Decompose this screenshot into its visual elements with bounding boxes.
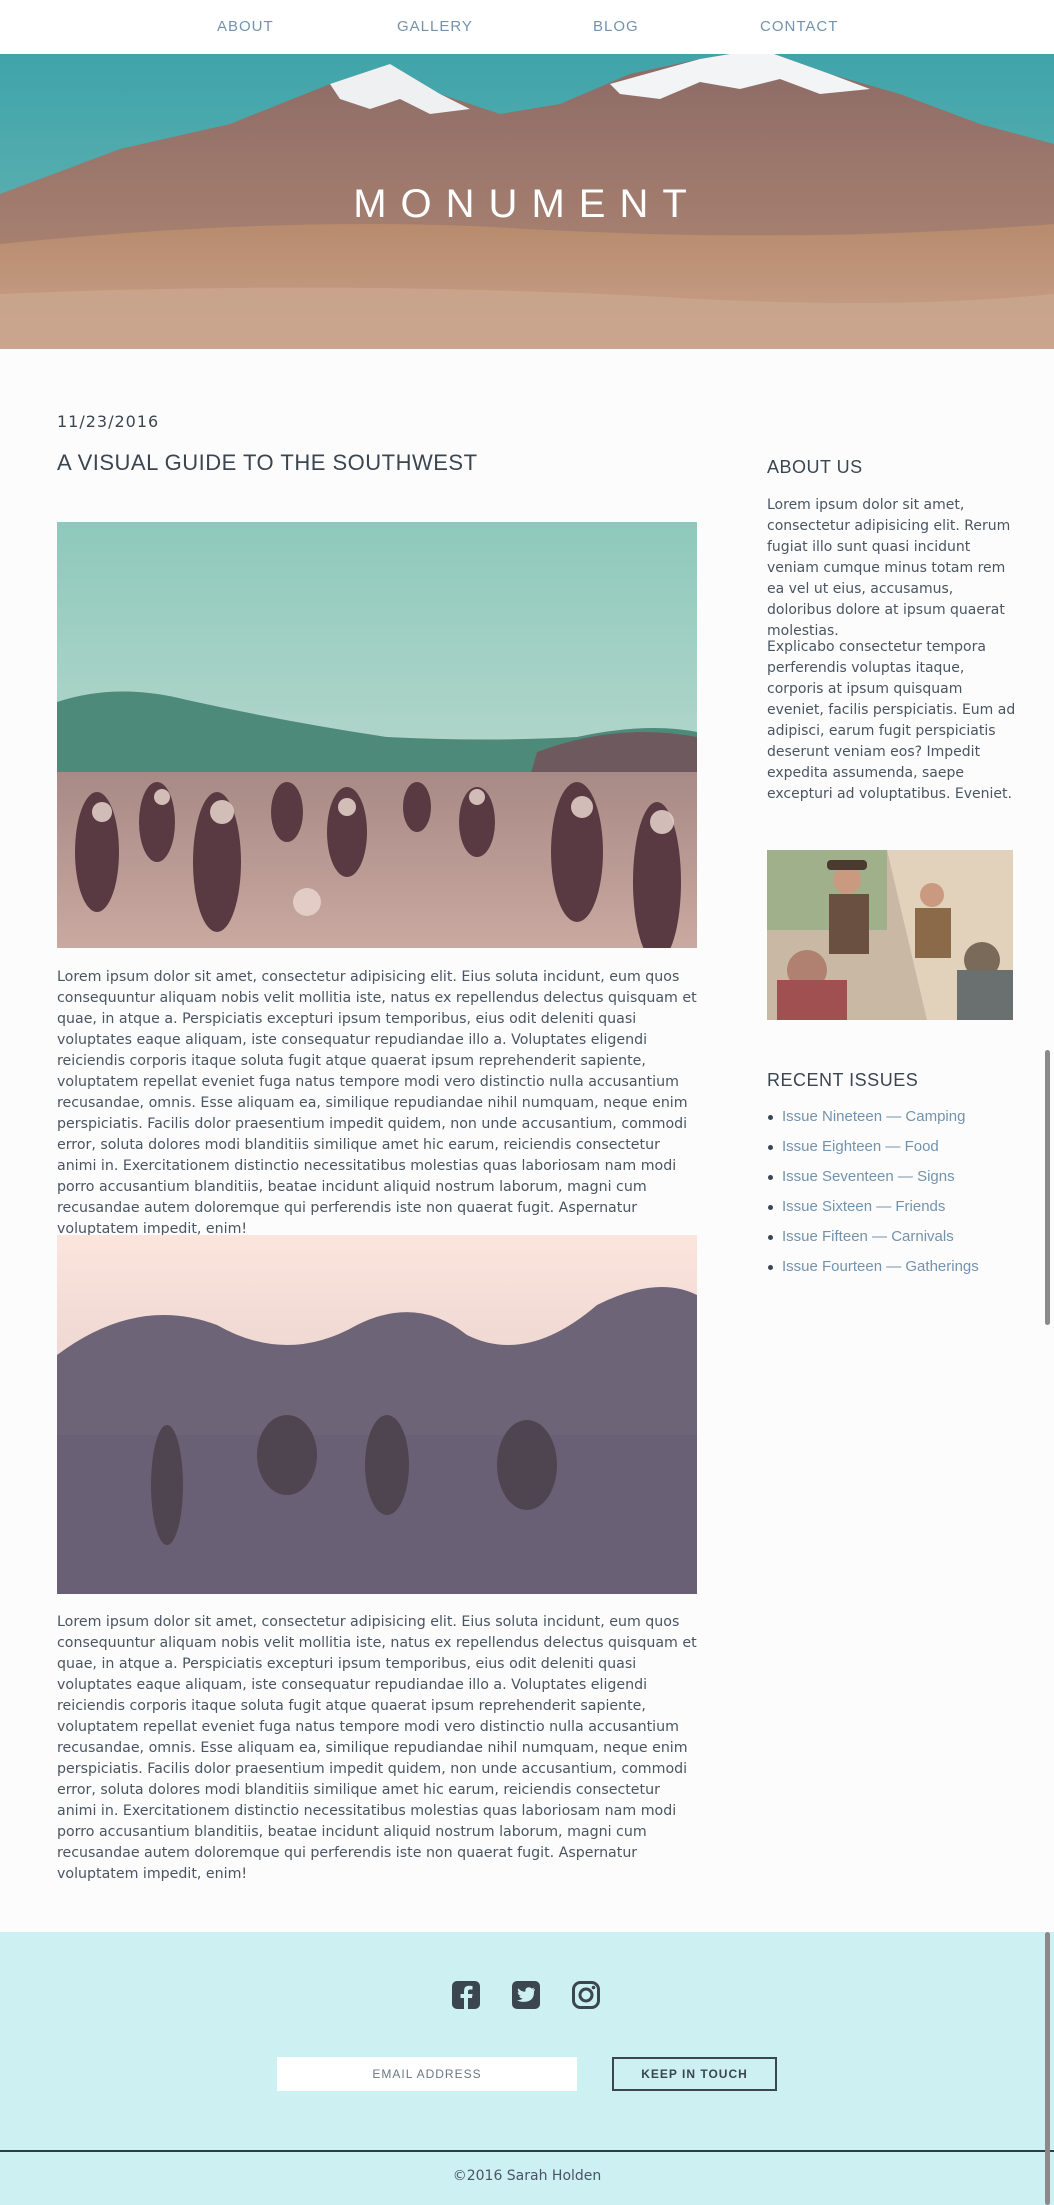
keep-in-touch-button[interactable]: KEEP IN TOUCH [612,2057,777,2091]
issue-link[interactable]: Issue Nineteen — Camping [782,1108,965,1125]
list-item: Issue Fourteen — Gatherings [767,1255,1027,1285]
issue-link[interactable]: Issue Fourteen — Gatherings [782,1258,979,1275]
copyright: ©2016 Sarah Holden [452,2168,602,2184]
post-date: 11/23/2016 [57,412,160,431]
about-paragraph: Explicabo consectetur tempora perferendi… [767,639,1016,802]
email-field[interactable] [277,2057,577,2091]
issue-link[interactable]: Issue Sixteen — Friends [782,1198,945,1215]
issue-link[interactable]: Issue Fifteen — Carnivals [782,1228,954,1245]
cactus-field-image [57,522,697,948]
instagram-icon[interactable] [570,1979,602,2011]
issue-link[interactable]: Issue Seventeen — Signs [782,1168,955,1185]
nav-blog[interactable]: BLOG [593,18,639,35]
about-paragraph: Lorem ipsum dolor sit amet, consectetur … [767,497,1011,639]
hero-banner: MONUMENT [0,54,1054,349]
scrollbar-thumb[interactable] [1045,1050,1050,1325]
article-paragraph: Lorem ipsum dolor sit amet, consectetur … [57,969,697,1237]
site-title: MONUMENT [353,182,701,226]
blurred-cactus-image [57,1235,697,1594]
recent-issues-heading: RECENT ISSUES [767,1070,919,1090]
top-nav: ABOUT GALLERY BLOG CONTACT [0,0,1054,54]
nav-about[interactable]: ABOUT [217,18,274,35]
list-item: Issue Nineteen — Camping [767,1105,1027,1135]
facebook-icon[interactable] [450,1979,482,2011]
list-item: Issue Seventeen — Signs [767,1165,1027,1195]
issue-link[interactable]: Issue Eighteen — Food [782,1138,939,1155]
friends-photo [767,850,1013,1020]
list-item: Issue Sixteen — Friends [767,1195,1027,1225]
list-item: Issue Fifteen — Carnivals [767,1225,1027,1255]
footer [0,1932,1054,2150]
post-title: A VISUAL GUIDE TO THE SOUTHWEST [57,450,478,475]
about-heading: ABOUT US [767,457,863,477]
scrollbar-thumb[interactable] [1045,1932,1050,2205]
nav-contact[interactable]: CONTACT [760,18,838,35]
article-paragraph: Lorem ipsum dolor sit amet, consectetur … [57,1614,697,1882]
list-item: Issue Eighteen — Food [767,1135,1027,1165]
recent-issues-list: Issue Nineteen — Camping Issue Eighteen … [767,1105,1027,1285]
twitter-icon[interactable] [510,1979,542,2011]
nav-gallery[interactable]: GALLERY [397,18,473,35]
